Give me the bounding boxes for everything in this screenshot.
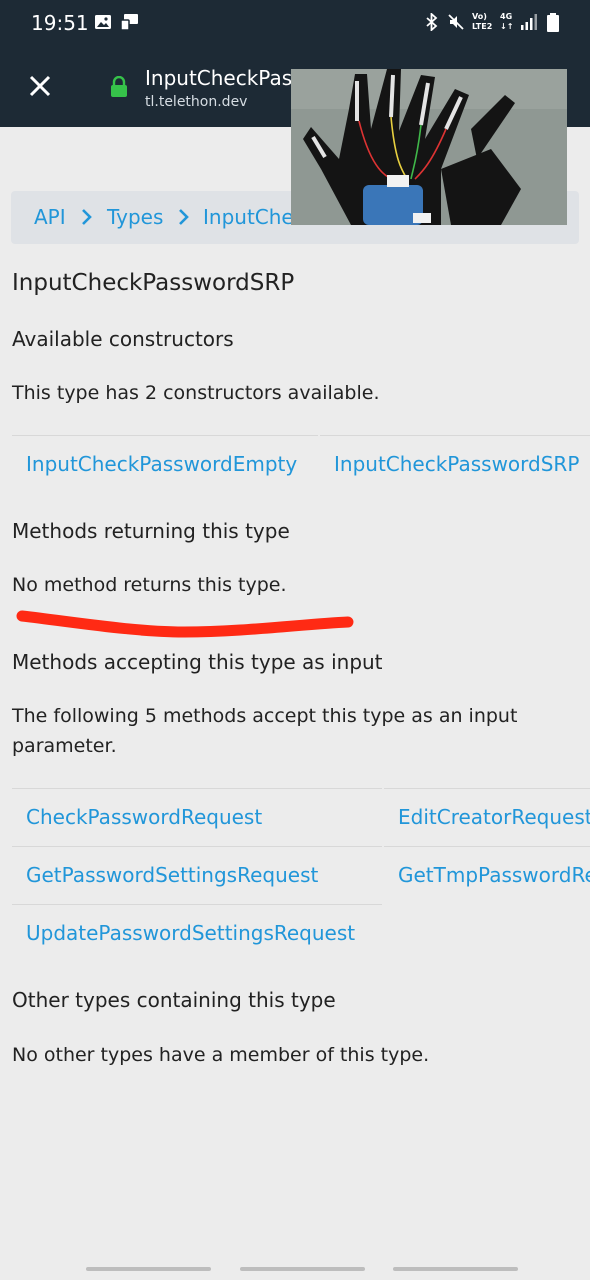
chevron-right-icon <box>179 209 189 225</box>
volte-label: Vo) LTE2 <box>472 12 493 31</box>
returning-heading: Methods returning this type <box>12 519 290 543</box>
battery-icon <box>547 13 559 32</box>
status-bar: 19:51 Vo) LTE2 4G ↓↑ <box>0 0 590 46</box>
accepting-heading: Methods accepting this type as input <box>12 650 383 674</box>
clock: 19:51 <box>31 11 89 35</box>
containing-text: No other types have a member of this typ… <box>12 1044 430 1066</box>
nav-gesture-bar[interactable] <box>393 1267 518 1271</box>
returning-text: No method returns this type. <box>12 574 287 596</box>
close-icon[interactable] <box>22 68 58 104</box>
accepting-text: The following 5 methods accept this type… <box>12 705 518 757</box>
method-link[interactable]: GetTmpPasswordRequest <box>384 846 590 904</box>
method-link[interactable]: CheckPasswordRequest <box>12 788 382 846</box>
page-title: InputCheckPasswordSRP <box>12 270 295 296</box>
bluetooth-icon <box>426 13 438 31</box>
nav-gesture-bar[interactable] <box>240 1267 365 1271</box>
constructor-link[interactable]: InputCheckPasswordEmpty <box>12 435 318 493</box>
lock-icon <box>111 76 127 97</box>
url-label[interactable]: tl.telethon.dev <box>145 94 247 110</box>
mute-icon <box>448 14 464 30</box>
chevron-right-icon <box>82 209 92 225</box>
breadcrumb-types[interactable]: Types <box>107 205 163 229</box>
network-label: 4G ↓↑ <box>500 12 514 31</box>
containing-heading: Other types containing this type <box>12 988 336 1012</box>
red-underline-annotation <box>16 610 354 638</box>
method-link[interactable]: GetPasswordSettingsRequest <box>12 846 382 904</box>
signal-icon <box>521 14 537 30</box>
constructor-link[interactable]: InputCheckPasswordSRP <box>320 435 590 493</box>
method-link[interactable]: UpdatePasswordSettingsRequest <box>12 904 382 962</box>
method-link[interactable]: EditCreatorRequest <box>384 788 590 846</box>
constructors-text: This type has 2 constructors available. <box>12 382 380 404</box>
constructors-heading: Available constructors <box>12 327 234 351</box>
cast-icon <box>120 14 138 31</box>
video-frame-image <box>291 69 567 225</box>
nav-gesture-bar[interactable] <box>86 1267 211 1271</box>
video-overlay[interactable] <box>291 69 567 225</box>
gallery-icon <box>95 15 111 29</box>
breadcrumb-api[interactable]: API <box>34 205 66 229</box>
